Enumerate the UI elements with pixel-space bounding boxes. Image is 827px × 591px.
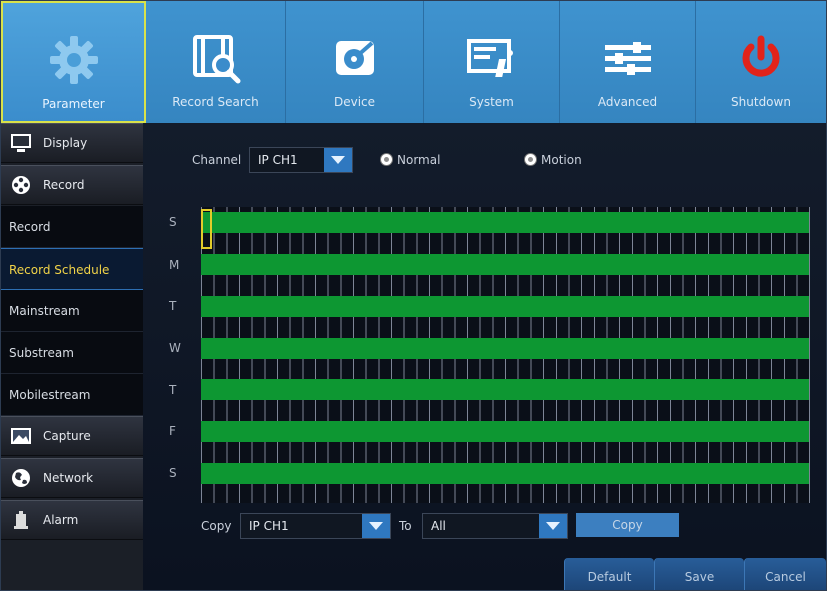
tab-system-label: System <box>469 95 514 109</box>
tab-device-label: Device <box>333 95 376 109</box>
top-toolbar: Parameter Record Search Device System Ad… <box>1 1 826 123</box>
gear-icon <box>49 36 98 84</box>
copy-from-select[interactable]: IP CH1 <box>240 513 391 539</box>
sidebar-item-record[interactable]: Record <box>1 206 143 248</box>
tab-advanced[interactable]: Advanced <box>560 1 696 123</box>
power-icon <box>742 35 780 77</box>
channel-select-value: IP CH1 <box>258 153 298 167</box>
sidebar-category-capture[interactable]: Capture <box>1 416 143 456</box>
channel-label: Channel <box>192 153 242 167</box>
sidebar-item-mobilestream[interactable]: Mobilestream <box>1 374 143 416</box>
copy-button[interactable]: Copy <box>576 513 679 537</box>
chevron-down-icon[interactable] <box>362 514 390 538</box>
day-label-saturday: S <box>169 466 177 480</box>
tab-parameter-label: Parameter <box>42 97 105 111</box>
sidebar-item-label: Mobilestream <box>9 388 91 402</box>
schedule-row-monday[interactable] <box>201 254 809 275</box>
sidebar-item-mainstream[interactable]: Mainstream <box>1 290 143 332</box>
sidebar-item-substream[interactable]: Substream <box>1 332 143 374</box>
sidebar-network-label: Network <box>43 471 94 485</box>
to-label: To <box>399 519 412 533</box>
sidebar-item-label: Mainstream <box>9 304 80 318</box>
sidebar-item-record-schedule[interactable]: Record Schedule <box>1 248 143 290</box>
copy-label: Copy <box>201 519 232 533</box>
normal-mode-label: Normal <box>397 153 441 167</box>
chevron-down-icon[interactable] <box>539 514 567 538</box>
sidebar-category-alarm[interactable]: Alarm <box>1 500 143 540</box>
schedule-row-sunday[interactable] <box>201 212 809 233</box>
save-button[interactable]: Save <box>654 558 744 590</box>
tab-system[interactable]: System <box>424 1 560 123</box>
copy-from-value: IP CH1 <box>249 519 289 533</box>
day-label-wednesday: W <box>169 341 181 355</box>
hard-disk-icon <box>335 41 374 75</box>
radio-icon[interactable] <box>381 154 392 165</box>
monitor-info-icon <box>466 39 513 77</box>
alarm-icon <box>14 511 28 529</box>
schedule-cursor <box>201 209 212 249</box>
globe-icon <box>12 469 30 487</box>
schedule-row-tuesday[interactable] <box>201 296 809 317</box>
sidebar-alarm-label: Alarm <box>43 513 79 527</box>
day-label-tuesday: T <box>169 299 177 313</box>
tab-record-search-label: Record Search <box>172 95 259 109</box>
film-search-icon <box>192 35 240 84</box>
schedule-row-thursday[interactable] <box>201 379 809 400</box>
radio-icon[interactable] <box>525 154 536 165</box>
sidebar-item-label: Substream <box>9 346 74 360</box>
sidebar-item-label: Record <box>9 220 51 234</box>
image-icon <box>11 428 31 444</box>
schedule-row-saturday[interactable] <box>201 463 809 484</box>
schedule-row-wednesday[interactable] <box>201 338 809 359</box>
chevron-down-icon[interactable] <box>324 148 352 172</box>
tab-shutdown[interactable]: Shutdown <box>696 1 826 123</box>
day-label-monday: M <box>169 258 180 272</box>
tab-device[interactable]: Device <box>286 1 424 123</box>
sidebar-record-label: Record <box>43 178 85 192</box>
copy-to-select[interactable]: All <box>422 513 568 539</box>
schedule-grid[interactable]: S M T W T F S <box>169 207 811 503</box>
film-reel-icon <box>12 176 30 194</box>
tab-advanced-label: Advanced <box>597 95 658 109</box>
day-label-friday: F <box>169 424 176 438</box>
default-button[interactable]: Default <box>564 558 654 590</box>
cancel-button[interactable]: Cancel <box>744 558 826 590</box>
sidebar-display-label: Display <box>43 136 88 150</box>
record-schedule-panel: Channel IP CH1 Normal Motion S M T W T F… <box>143 123 826 590</box>
sidebar-item-label: Record Schedule <box>9 263 110 277</box>
sidebar-category-display[interactable]: Display <box>1 123 143 163</box>
sidebar-category-network[interactable]: Network <box>1 458 143 498</box>
app-window: Parameter Record Search Device System Ad… <box>0 0 827 591</box>
copy-to-value: All <box>431 519 446 533</box>
day-label-thursday: T <box>169 383 177 397</box>
schedule-row-friday[interactable] <box>201 421 809 442</box>
tab-parameter[interactable]: Parameter <box>1 1 146 123</box>
channel-select[interactable]: IP CH1 <box>249 147 353 173</box>
sliders-icon <box>604 42 651 75</box>
monitor-icon <box>11 134 31 152</box>
sidebar: Display Record Record Record Schedule Ma… <box>1 123 143 590</box>
tab-record-search[interactable]: Record Search <box>146 1 286 123</box>
motion-mode-label: Motion <box>541 153 582 167</box>
tab-shutdown-label: Shutdown <box>731 95 791 109</box>
sidebar-category-record[interactable]: Record <box>1 165 143 205</box>
day-label-sunday: S <box>169 215 177 229</box>
sidebar-capture-label: Capture <box>43 429 91 443</box>
